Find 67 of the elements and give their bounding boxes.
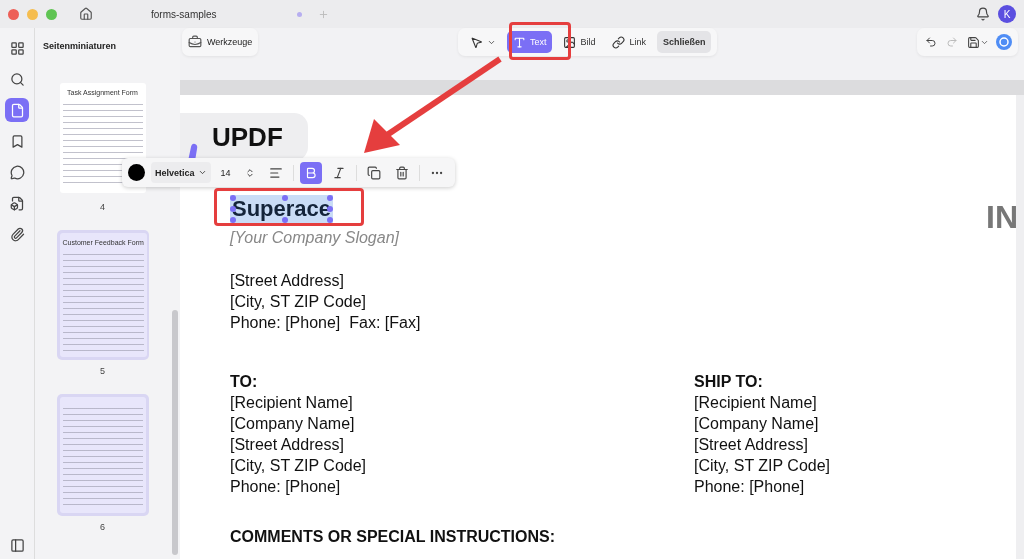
page-number: 6 [100,522,105,532]
section-heading: COMMENTS OR SPECIAL INSTRUCTIONS: [230,527,557,547]
address-line: [Street Address] [694,435,809,455]
page-button[interactable] [5,98,29,122]
block-heading: SHIP TO: [694,372,764,392]
selected-company-name[interactable]: Superace [230,195,334,223]
panel-icon[interactable] [9,538,25,553]
logo-text: UPDF [212,121,283,153]
undo-button[interactable] [923,36,939,48]
address-line: Phone: [Phone] Fax: [Fax] [230,313,422,333]
link-tool-button[interactable]: Link [606,31,652,53]
select-icon [469,35,483,49]
address-line: Phone: [Phone] [230,477,342,497]
notification-icon[interactable] [976,7,990,21]
block-heading: TO: [230,372,259,392]
link-icon [612,35,626,49]
copy-icon [366,165,381,180]
address-line: [Recipient Name] [694,393,818,413]
paperclip-icon [9,226,25,242]
address-line: [Street Address] [230,271,345,291]
text-tool-button[interactable]: Text [506,31,553,53]
toolbox-icon [188,35,202,49]
comment-icon [9,164,25,180]
scrollbar-thumb[interactable] [172,310,178,555]
tab-dot-icon [296,11,302,17]
font-dropdown[interactable]: Helvetica [151,162,211,183]
form-icon [9,195,25,211]
bookmark-icon [9,133,25,149]
assistant-logo-icon[interactable] [996,34,1012,50]
search-icon [9,71,25,87]
undo-icon [925,36,937,48]
address-line: [Recipient Name] [230,393,354,413]
highlight-frame [509,22,571,60]
close-window-button[interactable] [8,8,19,20]
chevron-down-icon [197,168,207,177]
page-number: 4 [100,202,105,212]
home-icon[interactable] [79,7,93,21]
user-avatar[interactable]: K [998,5,1016,23]
redo-icon [946,36,958,48]
trash-icon [394,165,409,180]
sidebar-title: Seitenminiaturen [42,40,117,53]
image-icon [563,35,577,49]
page-icon [9,102,25,118]
page-thumbnail[interactable] [56,394,149,516]
image-tool-button[interactable]: Bild [557,31,602,53]
close-edit-button[interactable]: Schließen [656,31,712,53]
bold-button[interactable] [299,161,322,184]
tools-button[interactable]: Werkzeuge [182,28,259,56]
address-line: [City, ST ZIP Code] [694,456,832,476]
page-number: 5 [100,366,105,376]
tab-title[interactable]: forms-samples [151,8,217,20]
font-size-stepper[interactable]: 14 [216,162,259,183]
text-color-swatch[interactable] [128,164,145,181]
grid-icon [9,40,25,56]
address-line: [Street Address] [230,435,345,455]
italic-icon [331,165,346,180]
align-left-icon [268,165,283,180]
address-line: [City, ST ZIP Code] [230,456,368,476]
save-icon [967,35,980,49]
address-line: [City, ST ZIP Code] [230,292,368,312]
address-line: [Company Name] [230,414,356,434]
company-slogan: [Your Company Slogan] [230,228,400,248]
text-icon [512,35,526,49]
document-heading: IN [986,199,1018,236]
address-line: [Company Name] [694,414,820,434]
address-line: Phone: [Phone] [694,477,806,497]
stepper-arrows-icon [244,167,255,178]
